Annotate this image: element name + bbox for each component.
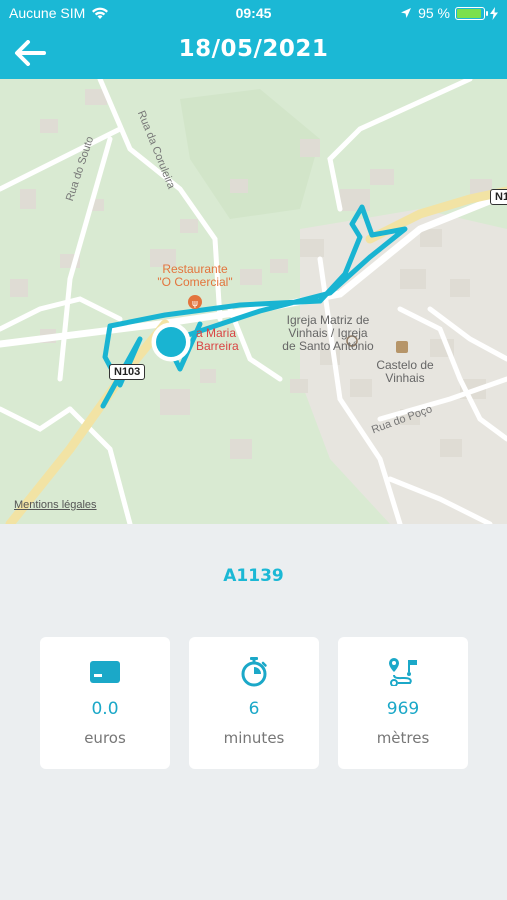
charging-bolt-icon: [490, 6, 498, 20]
status-bar: Aucune SIM 09:45 95 %: [0, 0, 507, 28]
map-canvas: ψ: [0, 79, 507, 524]
status-right: 95 %: [400, 5, 498, 21]
page-title: 18/05/2021: [178, 36, 329, 62]
legal-notice-link[interactable]: Mentions légales: [14, 499, 97, 511]
cost-value: 0.0: [91, 699, 119, 719]
svg-text:ψ: ψ: [192, 299, 198, 309]
duration-unit: minutes: [223, 729, 285, 747]
route-icon: [338, 655, 468, 689]
location-arrow-icon: [401, 8, 412, 18]
battery-fill: [457, 8, 481, 18]
road-shield-n1: N1: [490, 189, 507, 205]
credit-card-icon: [40, 655, 170, 689]
distance-value: 969: [386, 699, 420, 719]
stat-card-distance: 969 mètres: [338, 637, 468, 769]
poi-maria-barreira[interactable]: a Maria Barreira: [196, 327, 256, 353]
poi-church[interactable]: Igreja Matriz de Vinhais / Igreja de San…: [268, 314, 388, 353]
stat-card-cost: 0.0 euros: [40, 637, 170, 769]
battery-icon: [455, 6, 488, 20]
vehicle-position-marker: [156, 327, 186, 357]
cost-unit: euros: [84, 729, 126, 747]
trip-map[interactable]: ψ Restaurante "O Comercial" a Maria Barr…: [0, 79, 507, 524]
duration-value: 6: [248, 699, 260, 719]
poi-restaurant[interactable]: Restaurante "O Comercial": [140, 263, 250, 289]
vehicle-id: A1139: [223, 566, 284, 586]
road-shield-n103: N103: [109, 364, 146, 380]
stopwatch-icon: [189, 655, 319, 689]
battery-percent: 95 %: [418, 5, 450, 21]
distance-unit: mètres: [376, 729, 430, 747]
stat-card-duration: 6 minutes: [189, 637, 319, 769]
poi-castle[interactable]: Castelo de Vinhais: [365, 359, 445, 385]
header-bar: Aucune SIM 09:45 95 % 18/05/2021: [0, 0, 507, 79]
